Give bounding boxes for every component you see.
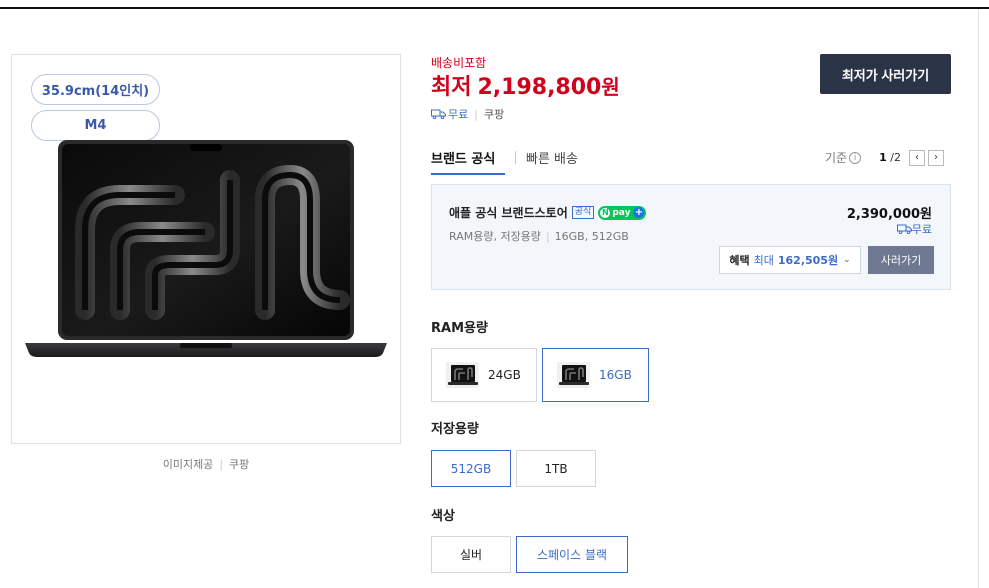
storage-option-512gb[interactable]: 512GB [431,450,511,487]
ram-option-label-24gb: 24GB [488,368,521,382]
laptop-image [25,140,387,357]
chevron-right-icon: › [933,152,938,163]
size-badge: 35.9cm(14인치) [31,74,160,105]
store-buy-button[interactable]: 사러가기 [868,246,934,274]
chevron-left-icon: ‹ [914,152,919,163]
tab-brand-official[interactable]: 브랜드 공식 [431,146,505,175]
laptop-thumbnail-image [447,364,478,385]
storage-option-1tb[interactable]: 1TB [516,450,596,487]
page-total: /2 [890,151,901,164]
benefit-dropdown[interactable]: 혜택 최대 162,505원 ⌄ [719,246,861,274]
store-name-row[interactable]: 애플 공식 브랜드스토어 공식 Npay + [449,204,647,221]
image-source-name: 쿠팡 [229,458,250,471]
page-current: 1 [879,151,887,164]
prev-page-button[interactable]: ‹ [908,149,925,166]
color-option-label: 색상 [431,509,455,524]
next-page-button[interactable]: › [927,149,944,166]
info-icon[interactable]: i [849,151,862,164]
tab-separator [515,151,516,164]
price-value: 2,198,800 [477,75,602,100]
lowest-price: 최저 2,198,800원 [431,69,620,101]
storage-option-label: 저장용량 [431,422,479,437]
npay-badge: Npay + [598,205,647,220]
buy-lowest-price-button[interactable]: 최저가 사러가기 [820,54,951,94]
price-prefix: 최저 [431,75,472,100]
store-shipping: 무료 [896,221,932,237]
color-option-silver[interactable]: 실버 [431,536,511,573]
image-source-label: 이미지제공 [162,458,214,471]
spec-values: 16GB, 512GB [554,230,629,243]
pager: 기준 i 1 /2 ‹ › [825,149,944,166]
store-offer-card: 애플 공식 브랜드스토어 공식 Npay + RAM용량, 저장용량 | 16GB, … [431,184,951,290]
truck-icon [896,224,912,234]
ram-option-label: RAM용량 [431,321,488,336]
price-unit: 원 [601,75,620,99]
laptop-thumbnail-image [558,364,589,385]
delivery-info: 무료 | 쿠팡 [431,106,504,122]
laptop-thumbnail [557,362,590,388]
product-image-panel[interactable]: 35.9cm(14인치) M4 [11,54,401,444]
spec-names: RAM용량, 저장용량 [449,230,541,243]
npay-n-icon: N [600,207,611,218]
truck-icon [431,109,446,119]
separator: | [545,230,550,243]
seller-name: 쿠팡 [483,108,505,121]
chevron-down-icon: ⌄ [843,255,851,265]
ram-option-label-16gb: 16GB [599,368,632,382]
delivery-free: 무료 [448,108,469,121]
store-specs: RAM용량, 저장용량 | 16GB, 512GB [449,228,629,244]
benefit-max: 최대 [753,254,774,267]
color-option-space-black[interactable]: 스페이스 블랙 [516,536,628,573]
page-indicator: 1 /2 [879,151,901,164]
npay-label: pay [612,207,631,218]
plus-icon: + [633,207,645,218]
separator: | [219,458,224,471]
criteria-label: 기준 [825,151,848,165]
store-price: 2,390,000원 [846,207,932,222]
ram-option-16gb[interactable]: 16GB [542,348,649,402]
right-divider [978,9,979,588]
seller-tabs: 브랜드 공식 빠른 배송 [431,146,578,175]
official-tag: 공식 [571,206,595,219]
store-name: 애플 공식 브랜드스토어 [449,206,568,220]
benefit-amount: 162,505원 [777,254,839,267]
benefit-label: 혜택 [729,254,750,267]
laptop-thumbnail [446,362,479,388]
separator: | [474,107,478,121]
ram-option-24gb[interactable]: 24GB [431,348,537,402]
store-shipping-free: 무료 [911,223,932,236]
tab-fast-delivery[interactable]: 빠른 배송 [526,146,578,173]
chip-badge: M4 [31,110,160,141]
image-source: 이미지제공 | 쿠팡 [11,456,401,472]
top-border [0,7,989,9]
